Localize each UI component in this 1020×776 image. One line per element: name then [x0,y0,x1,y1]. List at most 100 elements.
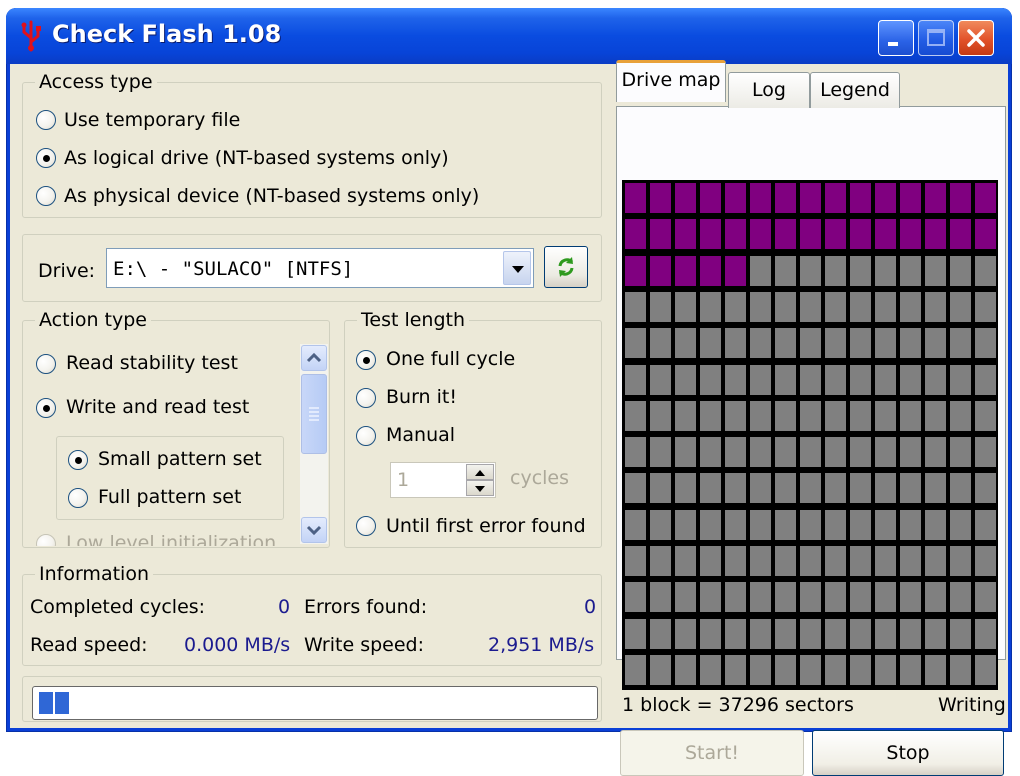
drive-map-block [775,183,796,213]
scroll-thumb[interactable] [301,374,327,454]
errors-found-label: Errors found: [304,596,428,618]
cycles-value: 1 [397,469,410,491]
drive-map-block [850,546,871,576]
drive-dropdown-button[interactable] [503,251,531,285]
app-window: Check Flash 1.08 Access type Use tempora… [6,8,1012,776]
title-bar[interactable]: Check Flash 1.08 [6,8,1012,64]
drive-map-block [750,219,771,250]
radio-full-pattern-set[interactable] [68,488,88,508]
cycles-spinner[interactable]: 1 [390,462,496,498]
drive-map-block [900,509,921,540]
drive-map-block [925,509,946,540]
drive-map-block [975,255,996,286]
drive-map-block [950,291,971,322]
action-type-scrollbar[interactable] [300,344,328,544]
until-first-error-label[interactable]: Until first error found [386,515,586,537]
test-length-title: Test length [357,309,470,331]
radio-physical-device[interactable] [36,186,56,206]
block-info: 1 block = 37296 sectors [622,694,854,716]
drive-map-block [825,328,846,359]
progress-chunk [39,692,53,714]
drive-map-block [650,654,671,685]
drive-map-block [800,291,821,322]
radio-manual[interactable] [356,426,376,446]
radio-one-full-cycle[interactable] [356,350,376,370]
one-full-cycle-label[interactable]: One full cycle [386,348,515,370]
start-button[interactable]: Start! [620,730,804,776]
drive-map-block [900,328,921,359]
drive-map-block [750,291,771,322]
minimize-button[interactable] [878,20,914,56]
drive-map-block [925,582,946,613]
drive-map-block [775,546,796,576]
drive-map-block [800,437,821,468]
drive-map-block [800,618,821,649]
drive-map-block [825,546,846,576]
drive-map-block [725,509,746,540]
maximize-button[interactable] [918,20,954,56]
cycles-up-button[interactable] [466,464,494,480]
radio-use-temporary-file[interactable] [36,110,56,130]
drive-map-block [900,219,921,250]
drive-map-block [625,509,646,540]
drive-map-block [725,183,746,213]
radio-small-pattern-set[interactable] [68,450,88,470]
radio-low-level-initialization[interactable] [36,534,56,546]
drive-map-block [975,328,996,359]
chevron-up-icon [306,352,322,363]
scroll-down-button[interactable] [301,517,327,543]
drive-map-block [975,509,996,540]
drive-map-block [650,437,671,468]
refresh-button[interactable] [544,246,588,288]
drive-map-block [825,255,846,286]
progress-bar [32,686,598,720]
drive-map-block [675,618,696,649]
cycles-down-button[interactable] [466,480,494,496]
drive-map-block [700,473,721,504]
read-stability-test-label[interactable]: Read stability test [66,352,238,374]
drive-map-block [850,509,871,540]
drive-map-block [750,473,771,504]
tab-drive-map[interactable]: Drive map [616,60,726,102]
radio-read-stability-test[interactable] [36,354,56,374]
drive-map-block [875,473,896,504]
client-area: Access type Use temporary file As logica… [10,60,1008,776]
logical-drive-label[interactable]: As logical drive (NT-based systems only) [64,147,449,169]
drive-map-block [700,400,721,431]
drive-map-block [800,582,821,613]
write-speed-value: 2,951 MB/s [488,634,595,656]
drive-select[interactable]: E:\ - "SULACO" [NTFS] [106,248,534,288]
radio-write-and-read-test[interactable] [36,398,56,418]
manual-label[interactable]: Manual [386,424,455,446]
tab-legend[interactable]: Legend [810,72,900,108]
drive-map-block [650,582,671,613]
stop-button[interactable]: Stop [812,730,1004,776]
tab-log[interactable]: Log [728,72,810,108]
drive-map-block [975,546,996,576]
drive-map-block [725,328,746,359]
drive-map-block [975,473,996,504]
radio-burn-it[interactable] [356,388,376,408]
small-pattern-set-label[interactable]: Small pattern set [98,448,262,470]
full-pattern-set-label[interactable]: Full pattern set [98,486,241,508]
drive-map-block [825,618,846,649]
write-and-read-test-label[interactable]: Write and read test [66,396,249,418]
scroll-up-button[interactable] [301,345,327,371]
drive-map-block [800,509,821,540]
drive-map-block [900,291,921,322]
burn-it-label[interactable]: Burn it! [386,386,457,408]
drive-map-block [800,183,821,213]
drive-map-block [725,219,746,250]
drive-map-block [750,582,771,613]
radio-until-first-error[interactable] [356,516,376,536]
cycles-label: cycles [510,467,570,489]
use-temporary-file-label[interactable]: Use temporary file [64,109,240,131]
drive-map-block [700,437,721,468]
drive-map-block [950,618,971,649]
drive-map-block [925,437,946,468]
physical-device-label[interactable]: As physical device (NT-based systems onl… [64,185,479,207]
close-button[interactable] [958,20,994,56]
low-level-initialization-label[interactable]: Low level initialization [66,534,276,546]
drive-map-block [875,291,896,322]
radio-logical-drive[interactable] [36,148,56,168]
